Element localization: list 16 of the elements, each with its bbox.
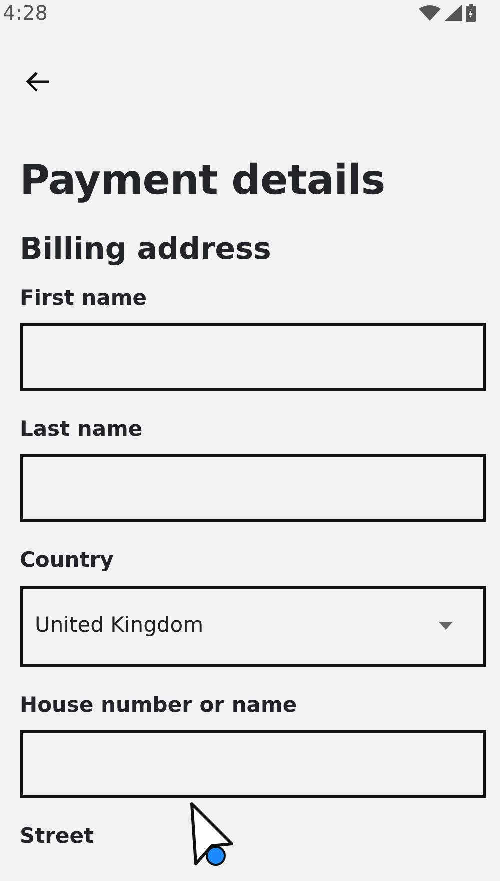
page-title: Payment details <box>20 158 386 204</box>
field-label: House number or name <box>20 692 298 718</box>
field-label: Street <box>20 824 96 850</box>
status-time: 4:28 <box>3 0 48 27</box>
input-field[interactable] <box>20 454 486 522</box>
field-label: Last name <box>20 417 144 442</box>
input-field[interactable] <box>20 323 486 392</box>
caret-icon <box>439 622 453 630</box>
signal-icon <box>445 5 462 21</box>
section-heading: Billing address <box>20 233 272 266</box>
country-dropdown[interactable]: United Kingdom <box>20 586 486 667</box>
field-label: Country <box>20 548 115 574</box>
input-field[interactable] <box>20 730 486 798</box>
battery-icon <box>466 4 476 22</box>
field-label: First name <box>20 286 148 312</box>
wifi-icon <box>419 5 441 21</box>
